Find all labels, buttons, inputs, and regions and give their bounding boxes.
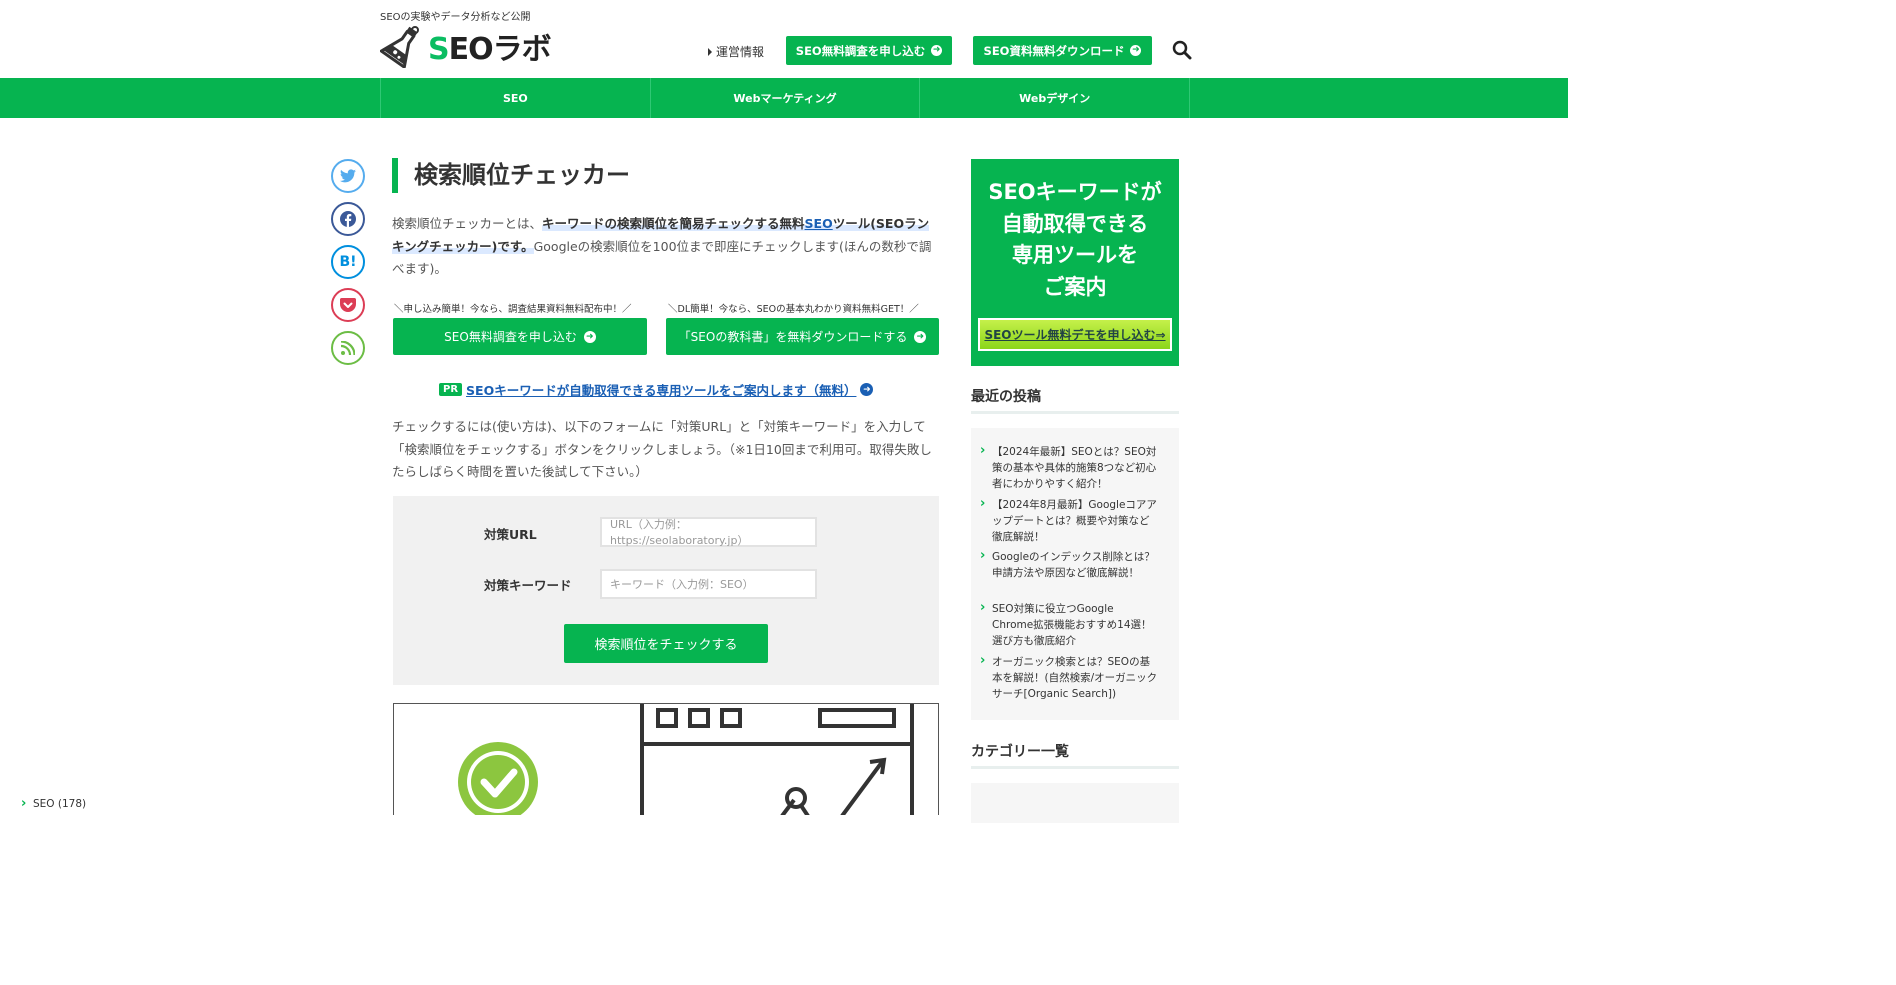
arrow-circle-icon: ➜ <box>860 383 874 396</box>
nav-item-web-design[interactable]: Webデザイン <box>920 78 1191 118</box>
heading-underline <box>971 411 1179 414</box>
site-tagline: SEOの実験やデータ分析など公開 <box>380 12 531 23</box>
recent-posts-heading: 最近の投稿 <box>971 389 1041 405</box>
pocket-icon <box>340 297 356 312</box>
caret-right-icon <box>708 47 712 56</box>
arrow-circle-icon: ➜ <box>583 330 596 343</box>
keyword-label: 対策キーワード <box>484 578 572 593</box>
arrow-circle-icon: ➜ <box>1130 45 1142 56</box>
free-audit-header-button[interactable]: SEO無料調査を申し込む ➜ <box>786 36 952 65</box>
recent-posts-list: 【2024年最新】SEOとは？SEO対策の基本や具体的施策8つなど初心者にわかり… <box>971 428 1179 720</box>
intro-bold-1: キーワードの検索順位を簡易チェックする無料 <box>542 216 805 231</box>
categories-heading: カテゴリー一覧 <box>971 744 1069 760</box>
categories-list <box>971 783 1179 823</box>
banner-line-2: 自動取得できる <box>1001 211 1149 236</box>
recent-post-link[interactable]: オーガニック検索とは？SEOの基本を解説！(自然検索/オーガニックサーチ[Org… <box>980 653 1158 702</box>
demo-request-button[interactable]: SEOツール無料デモを申し込む⇒ <box>978 318 1172 351</box>
nav-item-seo[interactable]: SEO <box>381 78 651 118</box>
search-icon[interactable] <box>1172 40 1192 60</box>
download-textbook-button[interactable]: 「SEOの教科書」を無料ダウンロードする ➜ <box>666 318 939 355</box>
download-header-button[interactable]: SEO資料無料ダウンロード ➜ <box>973 36 1152 65</box>
site-header: SEOの実験やデータ分析など公開 SEOラボ 運営情報 SEO無料調査を申し込む… <box>0 0 1568 78</box>
title-accent-bar <box>392 158 398 193</box>
free-audit-button[interactable]: SEO無料調査を申し込む ➜ <box>393 318 647 355</box>
recent-post-link[interactable]: 【2024年8月最新】Googleコアアップデートとは？概要や対策など徹底解説！ <box>980 496 1158 545</box>
heading-underline <box>971 766 1179 769</box>
banner-line-4: ご案内 <box>1043 274 1107 299</box>
pr-promo-line[interactable]: PR SEOキーワードが自動取得できる専用ツールをご案内します（無料） ➜ <box>439 380 874 399</box>
nav-item-web-marketing[interactable]: Webマーケティング <box>651 78 921 118</box>
recent-post-link[interactable]: SEO対策に役立つGoogle Chrome拡張機能おすすめ14選！選び方も徹底… <box>980 600 1158 649</box>
download-header-label: SEO資料無料ダウンロード <box>983 43 1125 58</box>
download-textbook-label: 「SEOの教科書」を無料ダウンロードする <box>678 330 908 344</box>
site-logo[interactable]: SEOラボ <box>380 24 552 68</box>
twitter-icon <box>340 169 356 183</box>
banner-line-3: 専用ツールを <box>1012 243 1138 267</box>
hatena-bookmark-button[interactable]: B! <box>331 245 365 279</box>
keyword-input[interactable]: キーワード（入力例：SEO） <box>600 569 817 599</box>
logo-text: SEOラボ <box>428 32 552 67</box>
url-label: 対策URL <box>484 527 537 542</box>
category-link-seo[interactable]: SEO (178) <box>21 796 86 811</box>
pr-link[interactable]: SEOキーワードが自動取得できる専用ツールをご案内します（無料） <box>466 380 856 399</box>
recent-post-link[interactable]: Googleのインデックス削除とは？申請方法や原因など徹底解説！ <box>980 548 1158 581</box>
about-link[interactable]: 運営情報 <box>708 43 764 60</box>
recent-post-link[interactable]: 【2024年最新】SEOとは？SEO対策の基本や具体的施策8つなど初心者にわかり… <box>980 443 1158 492</box>
global-nav: SEO Webマーケティング Webデザイン <box>0 78 1568 118</box>
keyword-tool-banner[interactable]: SEOキーワードが 自動取得できる 専用ツールを ご案内 SEOツール無料デモを… <box>971 159 1179 366</box>
pr-badge: PR <box>439 383 463 396</box>
rss-icon <box>341 341 355 355</box>
arrow-circle-icon: ➜ <box>914 330 927 343</box>
free-audit-label: SEO無料調査を申し込む <box>444 330 577 344</box>
banner-headline: SEOキーワードが 自動取得できる 専用ツールを ご案内 <box>971 177 1179 303</box>
illustration-image <box>393 703 939 815</box>
facebook-share-button[interactable] <box>331 202 365 236</box>
flask-logo-icon <box>380 26 419 68</box>
arrow-circle-icon: ➜ <box>931 45 943 56</box>
url-input[interactable]: URL（入力例：https://seolaboratory.jp） <box>600 517 817 547</box>
check-rank-button[interactable]: 検索順位をチェックする <box>564 624 768 663</box>
banner-line-1: SEOキーワードが <box>988 180 1162 204</box>
intro-paragraph: 検索順位チェッカーとは、キーワードの検索順位を簡易チェックする無料SEOツール(… <box>392 213 937 281</box>
free-audit-header-label: SEO無料調査を申し込む <box>795 43 926 58</box>
hatena-icon: B! <box>339 254 357 270</box>
instructions-paragraph: チェックするには(使い方は)、以下のフォームに「対策URL」と「対策キーワード」… <box>392 419 932 479</box>
pocket-share-button[interactable] <box>331 288 365 322</box>
rank-check-form: 対策URL URL（入力例：https://seolaboratory.jp） … <box>393 496 939 685</box>
page-title: 検索順位チェッカー <box>414 161 630 189</box>
twitter-share-button[interactable] <box>331 159 365 193</box>
audit-cta-note: ＼申し込み簡単！今なら、調査結果資料無料配布中！／ <box>394 304 632 315</box>
rss-feed-button[interactable] <box>331 331 365 365</box>
download-cta-note: ＼DL簡単！今なら、SEOの基本丸わかり資料無料GET！／ <box>668 304 919 315</box>
facebook-icon <box>340 211 356 227</box>
intro-text-1: 検索順位チェッカーとは、 <box>392 216 543 231</box>
about-link-label: 運営情報 <box>716 45 765 59</box>
seo-link[interactable]: SEO <box>805 216 833 231</box>
